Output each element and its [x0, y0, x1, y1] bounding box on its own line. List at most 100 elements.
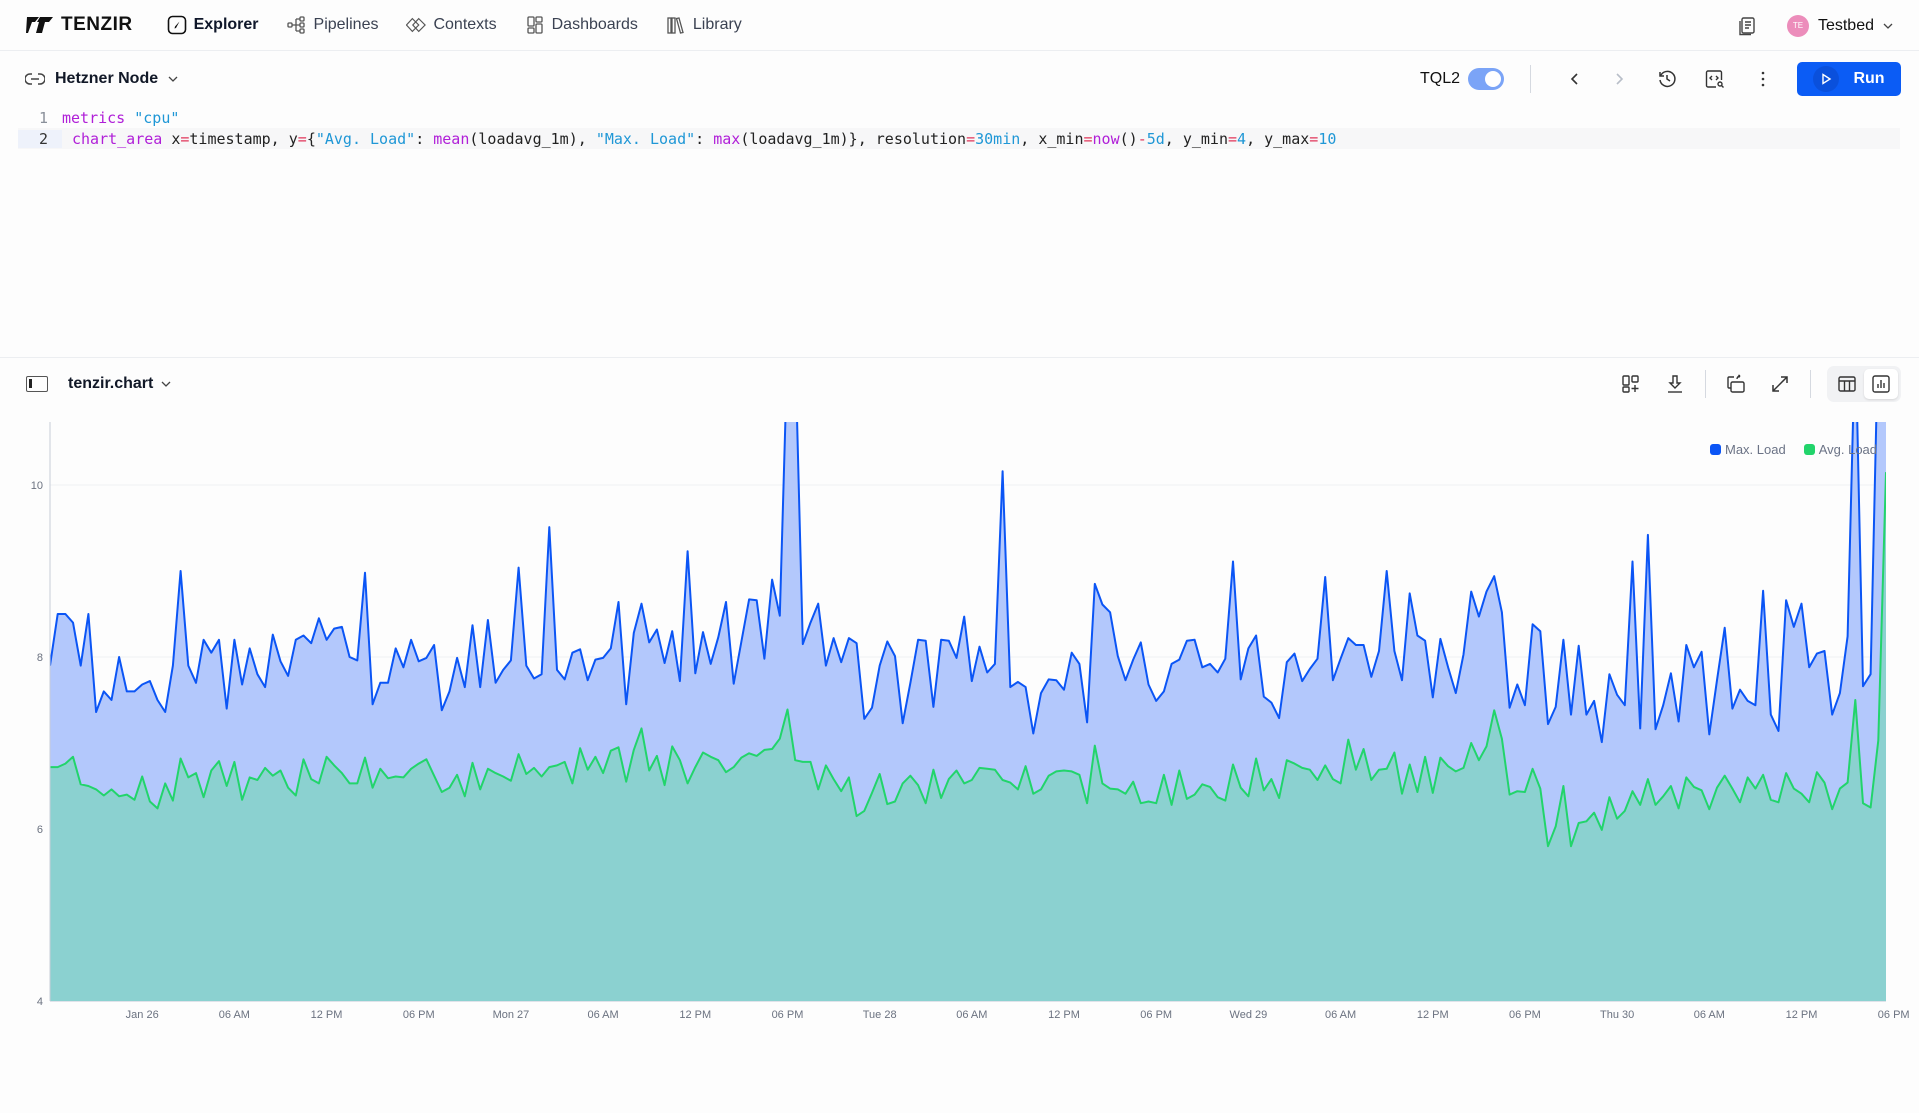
play-icon [1813, 66, 1840, 92]
line-content: chart_area x=timestamp, y={"Avg. Load": … [72, 130, 1336, 148]
code-token: max [713, 129, 741, 148]
y-tick-label: 6 [37, 824, 43, 836]
nav-item-contexts[interactable]: Contexts [406, 15, 497, 35]
dashboard-add-icon [1622, 375, 1639, 393]
more-options-button[interactable] [1745, 61, 1781, 97]
chevron-down-icon [1883, 23, 1893, 29]
x-tick-label: Tue 28 [863, 1009, 897, 1021]
tql2-toggle[interactable] [1468, 68, 1504, 90]
line-number: 1 [38, 108, 48, 127]
tenzir-logo-icon [26, 17, 53, 33]
x-tick-label: 06 PM [1509, 1009, 1541, 1021]
legend-label: Avg. Load [1818, 442, 1878, 457]
code-token: "cpu" [134, 108, 180, 127]
x-tick-label: 06 AM [219, 1009, 250, 1021]
run-button[interactable]: Run [1797, 62, 1901, 96]
table-icon [1838, 376, 1856, 392]
code-line-2[interactable]: 2 chart_area x=timestamp, y={"Avg. Load"… [18, 128, 1900, 149]
table-view-button[interactable] [1830, 369, 1864, 399]
code-token: 5d [1146, 129, 1165, 148]
code-token: (loadavg_1m)}, resolution [740, 129, 967, 148]
chart-view-button[interactable] [1864, 369, 1898, 399]
code-token: chart_area [72, 129, 163, 148]
code-token: x [162, 129, 181, 148]
user-menu[interactable]: TE Testbed [1786, 14, 1893, 37]
nav-item-pipelines[interactable]: Pipelines [286, 15, 378, 35]
code-token: = [966, 129, 976, 148]
code-token: metrics [62, 108, 126, 127]
line-content: metrics "cpu" [62, 109, 179, 127]
code-token: , x_min [1020, 129, 1084, 148]
contexts-icon [406, 17, 427, 33]
x-tick-label: Thu 30 [1600, 1009, 1634, 1021]
code-token: = [297, 129, 307, 148]
result-name: tenzir.chart [68, 375, 154, 392]
topbar-right: TE Testbed [1729, 0, 1893, 51]
x-tick-label: 06 AM [1325, 1009, 1356, 1021]
nav-label: Contexts [433, 16, 497, 33]
bar-chart-icon [1872, 375, 1890, 393]
x-tick-label: 06 AM [956, 1009, 987, 1021]
x-tick-label: 12 PM [1417, 1009, 1449, 1021]
x-tick-label: 12 PM [1786, 1009, 1818, 1021]
download-icon [1668, 375, 1682, 393]
toggle-sidebar-button[interactable] [26, 376, 48, 392]
code-line-1[interactable]: 1 metrics "cpu" [0, 107, 1919, 128]
code-token: { [306, 129, 316, 148]
result-selector[interactable]: tenzir.chart [68, 375, 171, 393]
tql-version-label: TQL2 [1419, 70, 1460, 87]
download-button[interactable] [1657, 366, 1693, 402]
tenzir-logo[interactable]: TENZIR [26, 14, 133, 36]
chevron-right-icon [1616, 73, 1624, 85]
divider [1530, 65, 1531, 93]
expand-icon [1772, 376, 1788, 392]
y-tick-label: 8 [37, 652, 43, 664]
code-editor[interactable]: 1 metrics "cpu" 2 chart_area x=timestamp… [0, 107, 1919, 357]
chart-legend: Max. Load Avg. Load [1710, 442, 1877, 457]
node-selector[interactable]: Hetzner Node [25, 70, 178, 88]
compass-icon [167, 15, 186, 35]
library-icon [667, 17, 684, 34]
history-icon [1659, 70, 1676, 88]
legend-item-avg-load[interactable]: Avg. Load [1803, 442, 1878, 457]
legend-item-max-load[interactable]: Max. Load [1710, 442, 1786, 457]
inspect-code-button[interactable] [1697, 61, 1733, 97]
history-back-button[interactable] [1557, 61, 1593, 97]
code-token: "Max. Load" [595, 129, 696, 148]
swap-layout-button[interactable] [1718, 366, 1754, 402]
docs-button[interactable] [1729, 8, 1765, 44]
editor-actions: TQL2 Run [1420, 59, 1901, 99]
nav-label: Library [692, 16, 742, 33]
nav-item-dashboards[interactable]: Dashboards [525, 15, 638, 35]
chevron-down-icon [168, 76, 178, 82]
code-token: = [1083, 129, 1093, 148]
nav-item-explorer[interactable]: Explorer [167, 15, 259, 35]
add-to-dashboard-button[interactable] [1613, 366, 1649, 402]
y-tick-label: 4 [37, 996, 43, 1008]
code-token: 4 [1237, 129, 1247, 148]
x-tick-label: 06 AM [588, 1009, 619, 1021]
history-button[interactable] [1649, 61, 1685, 97]
legend-label: Max. Load [1725, 442, 1786, 457]
x-tick-label: Wed 29 [1230, 1009, 1268, 1021]
code-search-icon [1705, 70, 1724, 88]
history-forward-button[interactable] [1601, 61, 1637, 97]
user-name: Testbed [1817, 16, 1874, 34]
top-navigation: TENZIR Explorer Pipelines Contexts Dashb… [0, 0, 1919, 51]
link-icon [25, 73, 45, 85]
area-chart[interactable]: 4 6 8 10 Jan 26 06 AM 12 PM 06 PM Mon 27 06 AM 12 … [0, 410, 1919, 1030]
code-token: 10 [1318, 129, 1337, 148]
chart-canvas[interactable]: 4 6 8 10 Jan 26 06 AM 12 PM 06 PM Mon 27 06 AM 12 … [0, 410, 1919, 1030]
series-areas [50, 422, 1886, 1002]
nav-item-library[interactable]: Library [666, 15, 742, 35]
results-actions [1613, 366, 1901, 402]
expand-button[interactable] [1762, 366, 1798, 402]
nav-label: Dashboards [551, 16, 638, 33]
code-token: , y_max [1246, 129, 1310, 148]
x-tick-label: 12 PM [311, 1009, 343, 1021]
code-token: timestamp, y [189, 129, 298, 148]
code-token: "Avg. Load" [315, 129, 416, 148]
divider [1810, 370, 1811, 398]
legend-swatch [1803, 444, 1815, 455]
